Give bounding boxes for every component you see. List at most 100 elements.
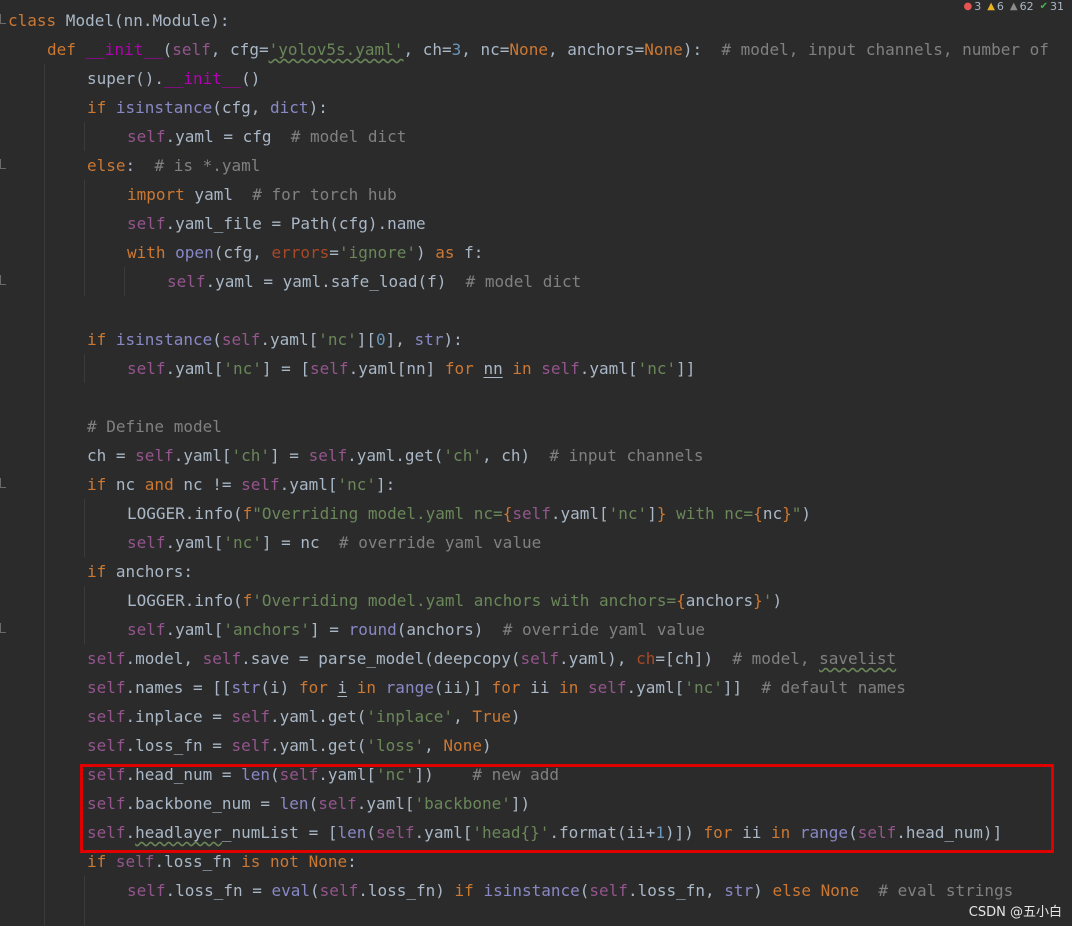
code-line[interactable]: self.yaml['nc'] = [self.yaml[nn] for nn … xyxy=(127,354,695,383)
code-line[interactable]: LOGGER.info(f"Overriding model.yaml nc={… xyxy=(127,499,811,528)
code-line[interactable]: if isinstance(cfg, dict): xyxy=(87,93,328,122)
code-token: 'nc' xyxy=(223,533,262,552)
code-comment: # default names xyxy=(742,678,906,697)
code-line[interactable]: super().__init__() xyxy=(87,64,260,93)
code-token: self xyxy=(172,40,211,59)
indent-guide xyxy=(84,499,85,557)
code-token: , xyxy=(424,736,444,755)
code-token: isinstance xyxy=(106,98,213,117)
code-token: " xyxy=(791,504,802,523)
code-comment: # is *.yaml xyxy=(135,156,261,175)
code-token: def xyxy=(47,40,76,59)
code-token: ch = xyxy=(87,446,136,465)
code-token: self xyxy=(87,736,126,755)
watermark: CSDN @五小白 xyxy=(968,905,1062,920)
code-line[interactable]: def __init__(self, cfg='yolov5s.yaml', c… xyxy=(47,35,1049,64)
code-token: : xyxy=(125,156,136,175)
code-line[interactable]: with open(cfg, errors='ignore') as f: xyxy=(127,238,483,267)
code-token: as xyxy=(435,243,455,262)
weak-warning-count-value: 62 xyxy=(1019,0,1034,13)
fold-marker-icon[interactable] xyxy=(0,478,6,488)
fold-marker-icon[interactable] xyxy=(0,159,6,169)
typo-count[interactable]: ✔ 31 xyxy=(1040,0,1064,14)
code-token: , ch= xyxy=(403,40,452,59)
fold-marker-icon[interactable] xyxy=(0,275,6,285)
inspections-widget[interactable]: ● 3 ▲ 6 ▲ 62 ✔ 31 xyxy=(963,0,1064,14)
code-line[interactable]: self.yaml['nc'] = nc # override yaml val… xyxy=(127,528,541,557)
code-editor[interactable]: class Model(nn.Module): def __init__(sel… xyxy=(0,0,1072,926)
code-line[interactable]: self.names = [[str(i) for i in range(ii)… xyxy=(87,673,906,702)
code-token: open xyxy=(165,243,214,262)
indent-guide xyxy=(84,122,85,151)
code-token: self xyxy=(87,707,126,726)
code-token: if xyxy=(87,98,107,117)
indent-guide xyxy=(84,586,85,644)
code-token: ] = [ xyxy=(261,359,311,378)
code-token: self xyxy=(319,881,359,900)
code-token: LOGGER.info( xyxy=(127,504,243,523)
code-token: .yaml[ xyxy=(260,330,319,349)
code-token: ) xyxy=(801,504,811,523)
code-token: self xyxy=(512,504,551,523)
error-count[interactable]: ● 3 xyxy=(963,0,981,14)
code-token: if xyxy=(454,881,474,900)
code-token: 'yolov5s.yaml' xyxy=(268,40,404,59)
code-token: if xyxy=(87,562,107,581)
code-token: ]: xyxy=(376,475,396,494)
code-line[interactable]: self.yaml = cfg # model dict xyxy=(127,122,406,151)
code-line[interactable]: if anchors: xyxy=(87,557,193,586)
code-token: 'nc' xyxy=(337,475,376,494)
fold-marker-icon[interactable] xyxy=(0,14,6,24)
code-line[interactable]: import yaml # for torch hub xyxy=(127,180,397,209)
code-token: f xyxy=(242,591,253,610)
code-line[interactable]: LOGGER.info(f'Overriding model.yaml anch… xyxy=(127,586,782,615)
code-line[interactable]: else: # is *.yaml xyxy=(87,151,260,180)
code-token: str xyxy=(724,881,754,900)
code-token: .yaml[ xyxy=(626,678,685,697)
code-line[interactable]: self.yaml_file = Path(cfg).name xyxy=(127,209,426,238)
warning-count[interactable]: ▲ 6 xyxy=(987,0,1004,14)
code-line[interactable]: ch = self.yaml['ch'] = self.yaml.get('ch… xyxy=(87,441,704,470)
code-token: in xyxy=(356,678,377,697)
code-token: ) xyxy=(481,736,492,755)
code-token: f: xyxy=(454,243,484,262)
code-token: .yaml[ xyxy=(165,620,224,639)
code-line[interactable]: self.inplace = self.yaml.get('inplace', … xyxy=(87,702,521,731)
code-token: None xyxy=(644,40,683,59)
indent-guide xyxy=(44,64,45,926)
code-token: ( xyxy=(310,881,320,900)
code-line[interactable]: self.yaml['anchors'] = round(anchors) # … xyxy=(127,615,705,644)
code-token: range xyxy=(385,678,434,697)
code-comment: # override yaml value xyxy=(483,620,705,639)
code-line[interactable]: class Model(nn.Module): xyxy=(8,6,230,35)
code-token: ) xyxy=(510,707,521,726)
code-token: self xyxy=(308,446,348,465)
code-line[interactable]: self.yaml = yaml.safe_load(f) # model di… xyxy=(167,267,581,296)
check-icon: ✔ xyxy=(1039,1,1048,12)
code-line[interactable]: if nc and nc != self.yaml['nc']: xyxy=(87,470,395,499)
code-token: ], xyxy=(385,330,415,349)
code-comment: # Define model xyxy=(87,417,222,436)
code-line[interactable]: self.model, self.save = parse_model(deep… xyxy=(87,644,896,673)
code-token: { xyxy=(676,591,686,610)
code-token: .model, xyxy=(125,649,203,668)
code-token: ) xyxy=(753,881,773,900)
code-token: ii xyxy=(520,678,560,697)
code-comment: # input channels xyxy=(530,446,704,465)
code-token: self xyxy=(127,533,166,552)
code-token: for xyxy=(444,359,474,378)
code-line[interactable]: self.loss_fn = eval(self.loss_fn) if isi… xyxy=(127,876,1013,905)
code-token: ): xyxy=(443,330,463,349)
fold-marker-icon[interactable] xyxy=(0,623,6,633)
code-line[interactable]: self.loss_fn = self.yaml.get('loss', Non… xyxy=(87,731,492,760)
code-line[interactable]: # Define model xyxy=(87,412,222,441)
code-token: self xyxy=(167,272,206,291)
code-token: (i) xyxy=(260,678,299,697)
code-token: , ch) xyxy=(481,446,531,465)
code-line[interactable]: if isinstance(self.yaml['nc'][0], str): xyxy=(87,325,463,354)
weak-warning-count[interactable]: ▲ 62 xyxy=(1010,0,1034,14)
